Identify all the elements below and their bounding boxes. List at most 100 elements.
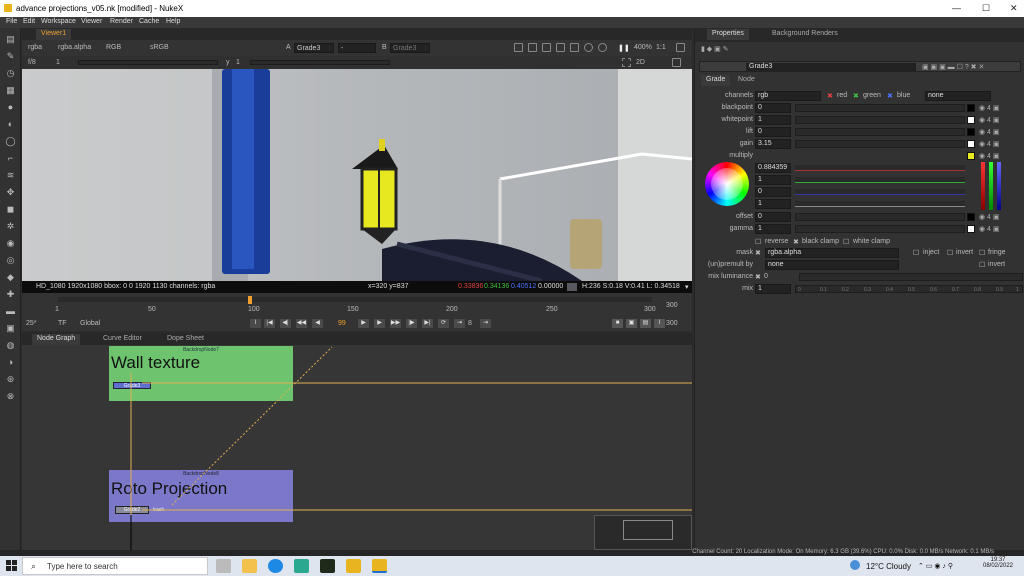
color-tool-icon[interactable]: ● [5, 102, 16, 112]
unpremult-dropdown[interactable]: none [765, 260, 899, 270]
3d-tool-icon[interactable]: ◼ [5, 204, 16, 214]
skip-icon[interactable]: ⇥ [454, 319, 465, 328]
multiply-swatch[interactable] [967, 152, 975, 160]
blackpoint-field[interactable]: 0 [755, 103, 791, 113]
nuke-tool-icon[interactable]: ⊛ [5, 374, 16, 384]
lift-picker-icon[interactable]: ◉ 4 ▣ [979, 128, 1000, 136]
viewer-settings-icon[interactable] [676, 43, 685, 52]
whitepoint-swatch[interactable] [967, 116, 975, 124]
invert2-checkbox[interactable]: ☐ [979, 261, 985, 269]
lift-slider[interactable] [795, 128, 965, 136]
menu-help[interactable]: Help [166, 18, 180, 25]
nuke-icon[interactable] [346, 559, 361, 573]
channels-dropdown[interactable]: rgba [28, 44, 42, 51]
multiply-b-slider[interactable] [795, 189, 965, 195]
tf-dropdown[interactable]: TF [58, 320, 67, 327]
deep-tool-icon[interactable]: ◉ [5, 238, 16, 248]
offset-swatch[interactable] [967, 213, 975, 221]
weather-text[interactable]: 12°C Cloudy [866, 562, 911, 571]
red-checkbox[interactable]: ✖ [827, 92, 833, 100]
color-wheel[interactable] [705, 162, 749, 206]
menu-cache[interactable]: Cache [139, 18, 159, 25]
draw-tool-icon[interactable]: ✎ [5, 51, 16, 61]
reverse-checkbox[interactable]: ☐ [755, 238, 761, 246]
mask-overlay-icon[interactable] [542, 43, 551, 52]
multiply-g-field[interactable]: 1 [755, 175, 791, 185]
layers-tool-icon[interactable]: ≋ [5, 170, 16, 180]
merge-tool-icon[interactable]: ⌐ [5, 153, 16, 163]
downrez-icon[interactable] [570, 43, 579, 52]
flipbook-icon[interactable]: ▤ [640, 319, 651, 328]
gamma-slider[interactable] [250, 60, 390, 65]
multiply-r-slider[interactable] [795, 165, 965, 171]
white-clamp-checkbox[interactable]: ☐ [843, 238, 849, 246]
tab-grade[interactable]: Grade [701, 75, 731, 86]
toolsets-tool-icon[interactable]: ✚ [5, 289, 16, 299]
proxy-icon[interactable] [556, 43, 565, 52]
invert-checkbox[interactable]: ☐ [947, 249, 953, 257]
alpha-channel-dropdown[interactable]: none [925, 91, 991, 101]
alpha-dropdown[interactable]: rgba.alpha [58, 44, 91, 51]
python-icon[interactable] [320, 559, 335, 573]
timeline-track[interactable] [58, 297, 652, 302]
pause-icon[interactable] [598, 43, 607, 52]
multiply-picker-icon[interactable]: ◉ 4 ▣ [979, 152, 1000, 160]
views-tool-icon[interactable]: ◎ [5, 255, 16, 265]
in-point-icon[interactable]: I [250, 319, 261, 328]
prev-step-icon[interactable]: ◀◀ [296, 319, 307, 328]
offset-field[interactable]: 0 [755, 212, 791, 222]
mix-luminance-field[interactable]: 0 [764, 273, 768, 280]
offset-picker-icon[interactable]: ◉ 4 ▣ [979, 213, 1000, 221]
mask-checkbox[interactable]: ✖ [755, 249, 761, 257]
menu-viewer[interactable]: Viewer [81, 18, 102, 25]
next-frame-icon[interactable]: ▶ [374, 319, 385, 328]
gain-slider[interactable] [795, 140, 965, 148]
node-header-icons[interactable]: ▣ ▣ ▣ ▬ ☐ ? ✖ ✕ [922, 63, 1012, 71]
end-frame-field[interactable]: 300 [666, 320, 678, 327]
blackpoint-picker-icon[interactable]: ◉ 4 ▣ [979, 104, 1000, 112]
inject-checkbox[interactable]: ☐ [913, 249, 919, 257]
stop-icon[interactable]: ■ [612, 319, 623, 328]
last-frame-icon[interactable]: ▶| [422, 319, 433, 328]
gamma-field[interactable]: 1 [755, 224, 791, 234]
offset-slider[interactable] [795, 213, 965, 221]
maya-icon[interactable] [294, 559, 309, 573]
metadata-tool-icon[interactable]: ◆ [5, 272, 16, 282]
ocula-tool-icon[interactable]: ◍ [5, 340, 16, 350]
whitepoint-field[interactable]: 1 [755, 115, 791, 125]
gain-picker-icon[interactable]: ◉ 4 ▣ [979, 140, 1000, 148]
refresh-icon[interactable] [584, 43, 593, 52]
gamma-picker-icon[interactable]: ◉ 4 ▣ [979, 225, 1000, 233]
mix-field[interactable]: 1 [755, 284, 791, 294]
fstop-value[interactable]: 1 [56, 59, 60, 66]
fps-dropdown[interactable]: 25* [26, 320, 37, 327]
whitepoint-slider[interactable] [795, 116, 965, 124]
green-checkbox[interactable]: ✖ [853, 92, 859, 100]
windows-start-icon[interactable] [6, 560, 17, 571]
gain-field[interactable]: 3.15 [755, 139, 791, 149]
minimize-icon[interactable]: — [952, 3, 961, 13]
cara-tool-icon[interactable]: ◑ [5, 357, 16, 367]
timeline[interactable]: 1 50 100 150 200 250 300 300 [22, 293, 692, 316]
maximize-icon[interactable]: ☐ [982, 3, 990, 14]
task-view-icon[interactable] [216, 559, 231, 573]
menu-file[interactable]: File [6, 18, 17, 25]
playhead[interactable] [248, 296, 252, 304]
menu-workspace[interactable]: Workspace [41, 18, 76, 25]
close-icon[interactable]: ✕ [1010, 3, 1018, 14]
clock[interactable]: 19:37 08/02/2022 [978, 557, 1018, 569]
plugins-tool-icon[interactable]: ⊗ [5, 391, 16, 401]
wipe-icon[interactable] [672, 58, 681, 67]
rgb-dropdown[interactable]: RGB [106, 44, 121, 51]
taskbar-search[interactable]: ⌕ Type here to search [22, 557, 208, 575]
play-icon[interactable]: ▶ [358, 319, 369, 328]
gamma-swatch[interactable] [967, 225, 975, 233]
lift-swatch[interactable] [967, 128, 975, 136]
range-dropdown[interactable]: Global [80, 320, 100, 327]
mix-slider[interactable]: 0 0.1 0.2 0.3 0.4 0.5 0.6 0.7 0.8 0.9 1 [795, 285, 1023, 293]
current-frame-field[interactable]: 99 [338, 320, 346, 327]
tab-dope-sheet[interactable]: Dope Sheet [162, 334, 209, 345]
system-tray-icons[interactable]: ⌃ ▭ ◉ ♪ ⚲ [918, 562, 953, 570]
multiply-a-field[interactable]: 1 [755, 199, 791, 209]
blue-checkbox[interactable]: ✖ [887, 92, 893, 100]
